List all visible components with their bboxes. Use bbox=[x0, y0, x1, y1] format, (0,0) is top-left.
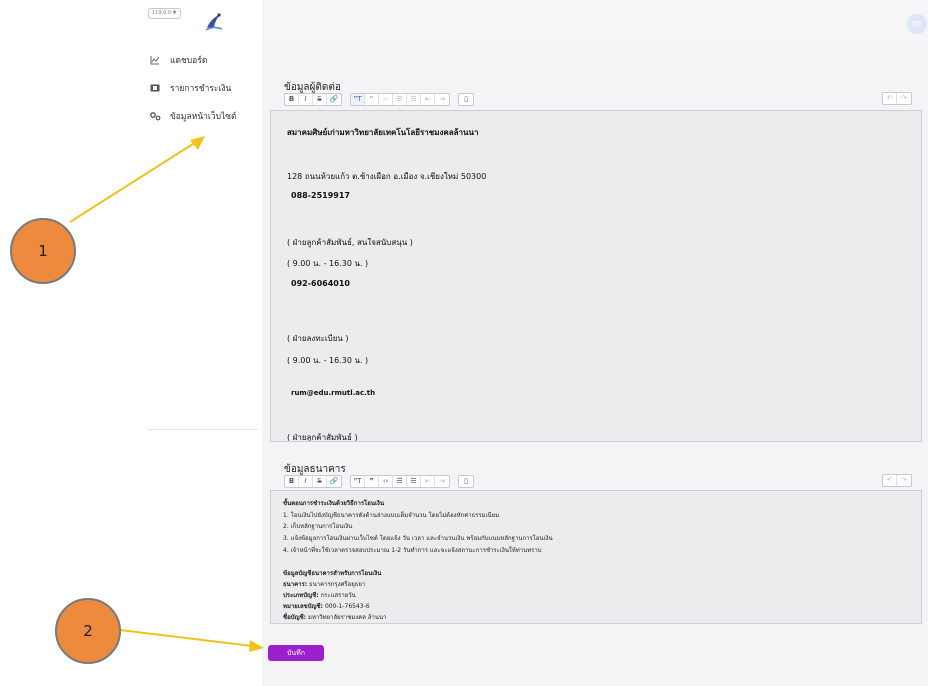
annotation-marker-2: 2 bbox=[55, 598, 121, 664]
annotation-arrows bbox=[69, 136, 264, 652]
screen: 119.0.0 ▼ แดชบอร์ด รายการชำระเงิน ข้อมูล… bbox=[0, 0, 928, 686]
annotation-marker-1: 1 bbox=[10, 218, 76, 284]
